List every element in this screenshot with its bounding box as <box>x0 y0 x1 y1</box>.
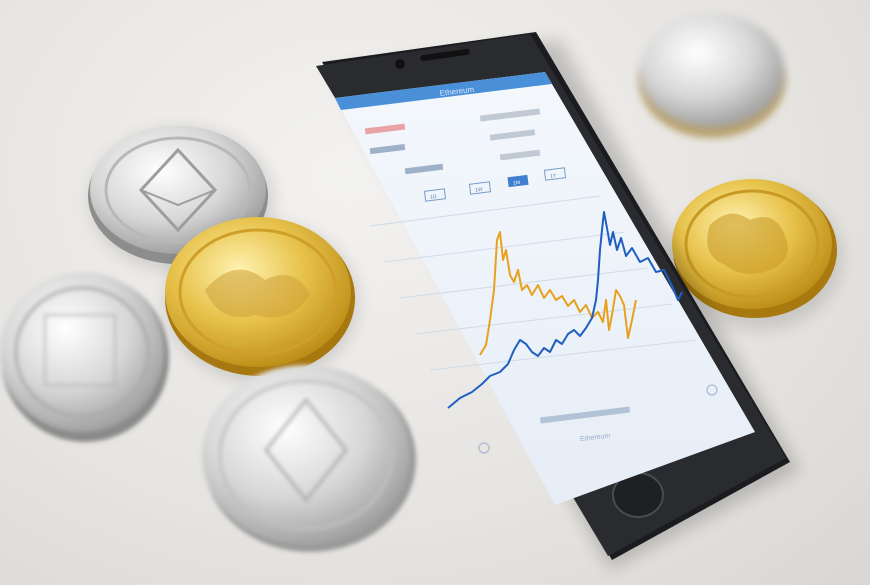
front-camera <box>395 59 405 69</box>
footer-icon-left[interactable] <box>478 442 490 454</box>
coin-top-right <box>638 13 786 138</box>
tab-1m-label: 1M <box>513 180 521 187</box>
photo-scene: Ethereum 1D 1W 1M 1Y Ethereum <box>0 0 870 585</box>
tab-1w-label: 1W <box>475 187 483 194</box>
silver-eth-coin-bottom <box>202 365 416 552</box>
silver-coin-left <box>0 272 169 442</box>
tab-1d-label: 1D <box>430 194 437 201</box>
photo-svg: Ethereum 1D 1W 1M 1Y Ethereum <box>0 13 842 570</box>
gold-coin-center <box>165 217 358 382</box>
